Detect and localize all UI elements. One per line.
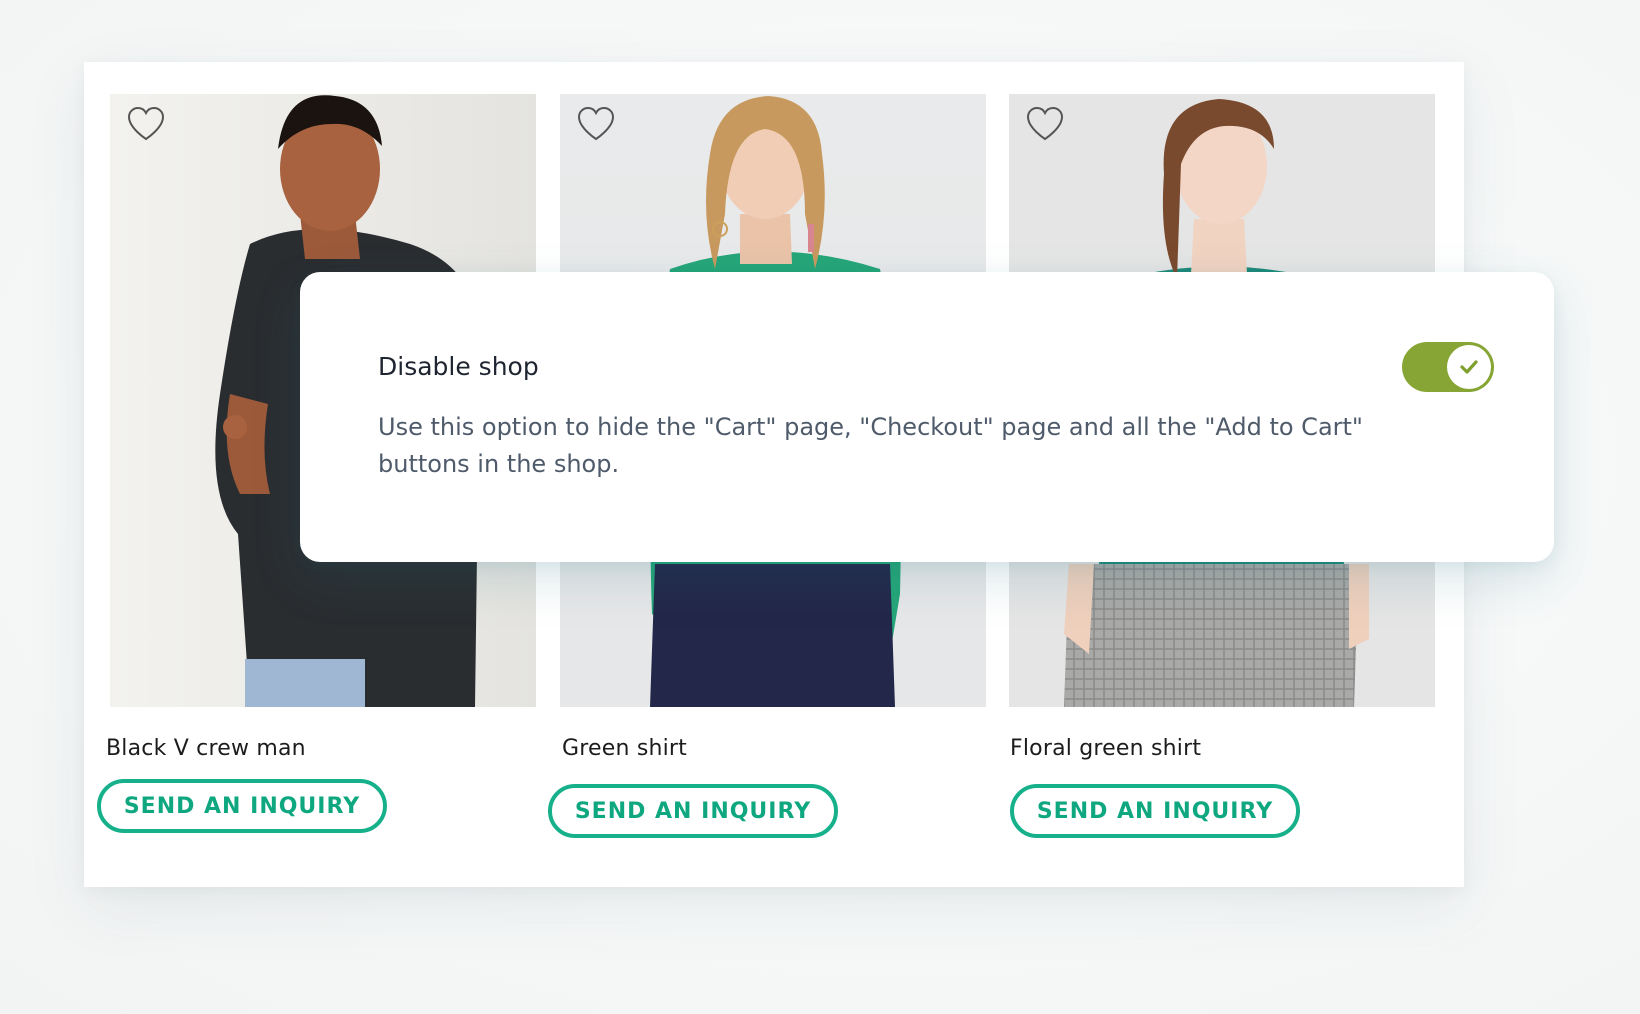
setting-title: Disable shop (378, 352, 539, 381)
send-inquiry-button[interactable]: SEND AN INQUIRY (548, 784, 838, 838)
heart-outline-icon[interactable] (1025, 106, 1065, 142)
send-inquiry-button[interactable]: SEND AN INQUIRY (1010, 784, 1300, 838)
toggle-knob (1447, 345, 1491, 389)
product-name[interactable]: Black V crew man (106, 736, 306, 761)
product-name[interactable]: Floral green shirt (1010, 736, 1201, 761)
setting-description: Use this option to hide the "Cart" page,… (378, 413, 1363, 478)
product-name[interactable]: Green shirt (562, 736, 687, 761)
send-inquiry-button[interactable]: SEND AN INQUIRY (97, 779, 387, 833)
disable-shop-setting-panel: Disable shop Use this option to hide the… (300, 272, 1554, 562)
check-icon (1460, 360, 1478, 374)
heart-outline-icon[interactable] (126, 106, 166, 142)
heart-outline-icon[interactable] (576, 106, 616, 142)
stage: Black V crew man SEND AN INQUIRY Green s… (0, 0, 1640, 1014)
disable-shop-toggle[interactable] (1402, 342, 1494, 392)
